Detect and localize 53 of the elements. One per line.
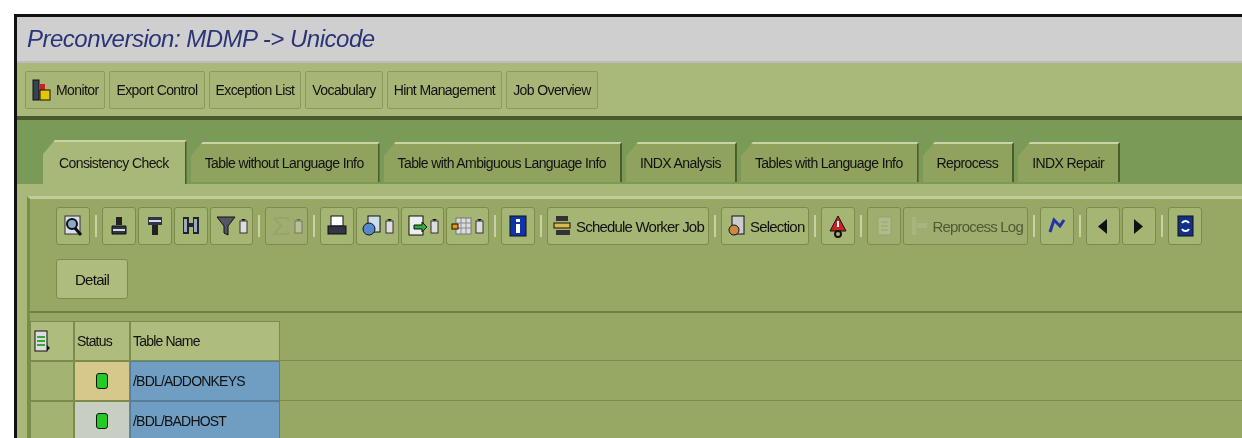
table-cell: /BDL/BADHOST bbox=[130, 401, 280, 438]
toolbar-button[interactable]: Hint Management bbox=[386, 70, 503, 109]
tab[interactable]: Table without Language Info bbox=[190, 142, 380, 182]
detail-button[interactable]: Detail bbox=[56, 259, 128, 299]
printer-icon bbox=[326, 214, 348, 238]
dropdown-icon bbox=[475, 218, 484, 234]
magnifier-icon bbox=[62, 214, 84, 238]
toolbar-button[interactable] bbox=[56, 207, 90, 245]
column-header[interactable]: Table Name bbox=[130, 321, 280, 361]
export-icon bbox=[361, 214, 383, 238]
dropdown-icon bbox=[294, 218, 303, 234]
column-settings-icon[interactable] bbox=[30, 321, 74, 361]
warning-icon bbox=[827, 214, 850, 238]
toolbar-button[interactable] bbox=[1085, 207, 1120, 245]
tab[interactable]: INDX Repair bbox=[1018, 142, 1121, 182]
toolbar-button[interactable] bbox=[138, 207, 172, 245]
toolbar-button[interactable] bbox=[174, 207, 208, 245]
menu-button[interactable] bbox=[446, 207, 489, 245]
dropdown-icon bbox=[385, 218, 394, 234]
toolbar-button[interactable] bbox=[1167, 207, 1202, 245]
layout-grid-icon bbox=[451, 214, 473, 238]
toolbar-button[interactable]: Job Overview bbox=[506, 70, 598, 109]
table-cell: /BDL/ADDONKEYS bbox=[130, 361, 280, 401]
column-header[interactable]: Status bbox=[74, 321, 130, 361]
dropdown-icon bbox=[239, 218, 248, 234]
menu-button[interactable] bbox=[356, 207, 399, 245]
tab[interactable]: INDX Analysis bbox=[626, 142, 737, 182]
toolbar-button[interactable] bbox=[501, 207, 535, 245]
stack-icon bbox=[552, 214, 574, 238]
tab[interactable]: Consistency Check bbox=[43, 140, 187, 184]
toolbar-button[interactable]: Exception List bbox=[208, 70, 302, 109]
sort-ascending-icon bbox=[108, 214, 130, 238]
tab[interactable]: Reprocess bbox=[922, 142, 1015, 182]
dropdown-icon bbox=[430, 218, 439, 234]
toolbar-button[interactable] bbox=[102, 207, 136, 245]
toolbar-button[interactable] bbox=[1121, 207, 1156, 245]
document-arrow-icon bbox=[406, 214, 428, 238]
toolbar-button[interactable]: Vocabulary bbox=[305, 70, 383, 109]
right-arrow-icon bbox=[1134, 218, 1144, 234]
toolbar-button[interactable]: Schedule Worker Job bbox=[547, 207, 709, 245]
menu-button[interactable] bbox=[401, 207, 444, 245]
window-title: Preconversion: MDMP -> Unicode bbox=[27, 24, 375, 53]
menu-button[interactable] bbox=[210, 207, 253, 245]
tab[interactable]: Table with Ambiguous Language Info bbox=[383, 142, 622, 182]
info-icon bbox=[507, 214, 529, 238]
toolbar-button[interactable] bbox=[320, 207, 354, 245]
toolbar-button[interactable]: Monitor bbox=[25, 70, 106, 109]
tab[interactable]: Tables with Language Info bbox=[740, 142, 919, 182]
left-arrow-icon bbox=[1098, 218, 1108, 234]
toolbar-button[interactable]: Selection bbox=[720, 207, 810, 245]
toolbar-button[interactable] bbox=[821, 207, 856, 245]
toolbar-button[interactable]: Export Control bbox=[109, 70, 205, 109]
filter-icon bbox=[215, 214, 237, 238]
